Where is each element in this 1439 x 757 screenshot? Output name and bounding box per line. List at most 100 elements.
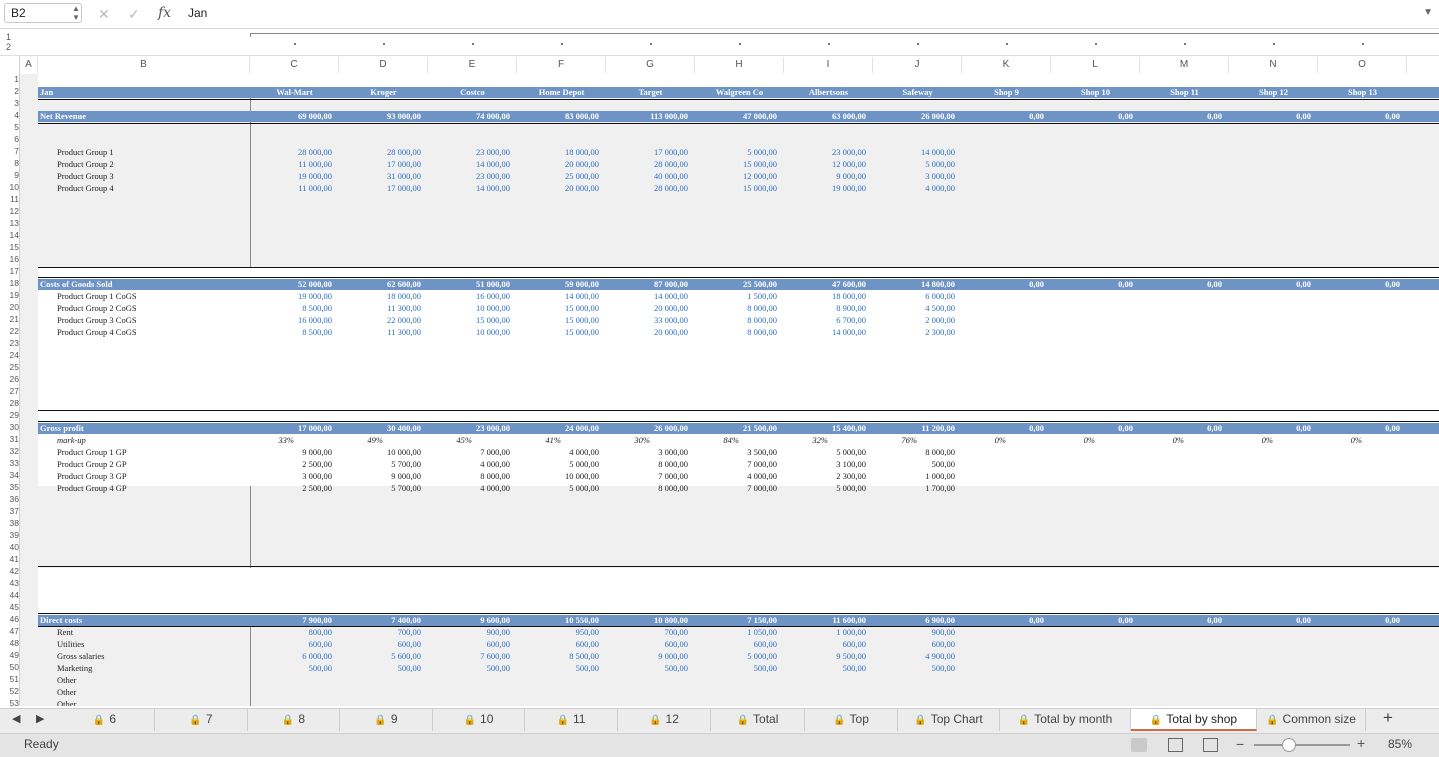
section-total[interactable]: 0,00 xyxy=(1225,279,1311,290)
column-header[interactable]: L xyxy=(1051,57,1140,73)
row-header[interactable]: 9 xyxy=(0,169,19,181)
column-header[interactable]: I xyxy=(784,57,873,73)
section-total[interactable]: 10 800,00 xyxy=(602,615,688,626)
section-total[interactable]: 0,00 xyxy=(1314,279,1400,290)
value-cell[interactable]: 9 500,00 xyxy=(780,650,866,662)
value-cell[interactable]: 40 000,00 xyxy=(602,170,688,182)
zoom-in-button[interactable]: + xyxy=(1357,735,1365,751)
section-total[interactable]: 7 900,00 xyxy=(246,615,332,626)
row-header[interactable]: 35 xyxy=(0,481,19,493)
value-cell[interactable]: 9 000,00 xyxy=(602,650,688,662)
section-total[interactable]: 10 550,00 xyxy=(513,615,599,626)
value-cell[interactable]: 2 500,00 xyxy=(246,458,332,470)
row-header[interactable]: 39 xyxy=(0,529,19,541)
value-cell[interactable]: 500,00 xyxy=(691,662,777,674)
section-total[interactable]: 6 900,00 xyxy=(869,615,955,626)
value-cell[interactable]: 15 000,00 xyxy=(513,302,599,314)
value-cell[interactable]: 28 000,00 xyxy=(335,146,421,158)
value-cell[interactable]: 500,00 xyxy=(246,662,332,674)
value-cell[interactable]: 15 000,00 xyxy=(513,314,599,326)
section-total[interactable]: 14 800,00 xyxy=(869,279,955,290)
section-total[interactable]: 0,00 xyxy=(1047,615,1133,626)
value-cell[interactable]: 4 000,00 xyxy=(691,470,777,482)
section-total[interactable]: 0,00 xyxy=(1136,615,1222,626)
value-cell[interactable]: 1 500,00 xyxy=(691,290,777,302)
value-cell[interactable]: 700,00 xyxy=(335,626,421,638)
value-cell[interactable]: 9 000,00 xyxy=(246,446,332,458)
value-cell[interactable]: 500,00 xyxy=(513,662,599,674)
section-total[interactable]: 93 000,00 xyxy=(335,111,421,122)
value-cell[interactable]: 600,00 xyxy=(513,638,599,650)
value-cell[interactable]: 10 000,00 xyxy=(424,326,510,338)
value-cell[interactable]: 3 500,00 xyxy=(691,446,777,458)
shop-header[interactable]: Walgreen Co xyxy=(695,87,784,98)
row-header[interactable]: 30 xyxy=(0,421,19,433)
row-header[interactable]: 37 xyxy=(0,505,19,517)
row-header[interactable]: 18 xyxy=(0,277,19,289)
markup-cell[interactable]: 0% xyxy=(1276,434,1362,446)
row-header[interactable]: 46 xyxy=(0,613,19,625)
value-cell[interactable]: 4 000,00 xyxy=(424,458,510,470)
value-cell[interactable]: 5 700,00 xyxy=(335,458,421,470)
value-cell[interactable]: 7 000,00 xyxy=(691,482,777,494)
value-cell[interactable]: 12 000,00 xyxy=(691,170,777,182)
row-header[interactable]: 52 xyxy=(0,685,19,697)
column-header[interactable]: F xyxy=(517,57,606,73)
sheet-tab[interactable]: 🔒 Total by month xyxy=(1000,709,1131,731)
column-header[interactable]: G xyxy=(606,57,695,73)
value-cell[interactable]: 11 000,00 xyxy=(246,158,332,170)
row-header[interactable]: 8 xyxy=(0,157,19,169)
column-header[interactable]: H xyxy=(695,57,784,73)
row-header[interactable]: 49 xyxy=(0,649,19,661)
sheet-tab[interactable]: 🔒 Common size xyxy=(1257,709,1366,731)
sheet-tab[interactable]: 🔒 11 xyxy=(525,709,618,731)
value-cell[interactable]: 8 900,00 xyxy=(780,302,866,314)
value-cell[interactable]: 8 000,00 xyxy=(691,302,777,314)
row-header[interactable]: 2 xyxy=(0,85,19,97)
confirm-icon[interactable]: ✓ xyxy=(128,6,140,23)
value-cell[interactable]: 800,00 xyxy=(246,626,332,638)
value-cell[interactable]: 8 000,00 xyxy=(691,314,777,326)
section-total[interactable]: 0,00 xyxy=(1314,615,1400,626)
value-cell[interactable]: 7 000,00 xyxy=(691,458,777,470)
value-cell[interactable]: 4 000,00 xyxy=(869,182,955,194)
value-cell[interactable]: 500,00 xyxy=(869,662,955,674)
section-total[interactable]: 30 400,00 xyxy=(335,423,421,434)
value-cell[interactable]: 19 000,00 xyxy=(246,290,332,302)
sheet-tab[interactable]: 🔒 9 xyxy=(340,709,433,731)
row-header[interactable]: 3 xyxy=(0,97,19,109)
value-cell[interactable]: 1 700,00 xyxy=(869,482,955,494)
value-cell[interactable]: 500,00 xyxy=(335,662,421,674)
row-header[interactable]: 42 xyxy=(0,565,19,577)
section-total[interactable]: 0,00 xyxy=(1225,615,1311,626)
normal-view-icon[interactable] xyxy=(1131,738,1147,752)
value-cell[interactable]: 5 000,00 xyxy=(869,158,955,170)
value-cell[interactable]: 3 000,00 xyxy=(246,470,332,482)
row-header[interactable]: 48 xyxy=(0,637,19,649)
section-total[interactable]: 0,00 xyxy=(1314,111,1400,122)
value-cell[interactable]: 4 000,00 xyxy=(424,482,510,494)
markup-cell[interactable]: 32% xyxy=(742,434,828,446)
section-total[interactable]: 21 500,00 xyxy=(691,423,777,434)
sheet-tab[interactable]: 🔒 Top Chart xyxy=(898,709,1000,731)
tab-scroll-right-icon[interactable]: ▶ xyxy=(36,712,44,725)
section-total[interactable]: 62 600,00 xyxy=(335,279,421,290)
section-total[interactable]: 0,00 xyxy=(958,279,1044,290)
value-cell[interactable]: 12 000,00 xyxy=(780,158,866,170)
insert-function-button[interactable]: fx xyxy=(158,5,171,21)
row-header[interactable]: 31 xyxy=(0,433,19,445)
section-total[interactable]: 87 000,00 xyxy=(602,279,688,290)
section-total[interactable]: 51 000,00 xyxy=(424,279,510,290)
column-header[interactable]: J xyxy=(873,57,962,73)
section-total[interactable]: 113 000,00 xyxy=(602,111,688,122)
value-cell[interactable]: 20 000,00 xyxy=(513,182,599,194)
section-total[interactable]: 0,00 xyxy=(1047,279,1133,290)
section-total[interactable]: 23 000,00 xyxy=(424,423,510,434)
value-cell[interactable]: 600,00 xyxy=(869,638,955,650)
value-cell[interactable]: 2 300,00 xyxy=(780,470,866,482)
outline-level-2[interactable]: 2 xyxy=(6,42,11,52)
value-cell[interactable]: 14 000,00 xyxy=(602,290,688,302)
markup-cell[interactable]: 45% xyxy=(386,434,472,446)
section-total[interactable]: 47 600,00 xyxy=(780,279,866,290)
section-total[interactable]: 69 000,00 xyxy=(246,111,332,122)
